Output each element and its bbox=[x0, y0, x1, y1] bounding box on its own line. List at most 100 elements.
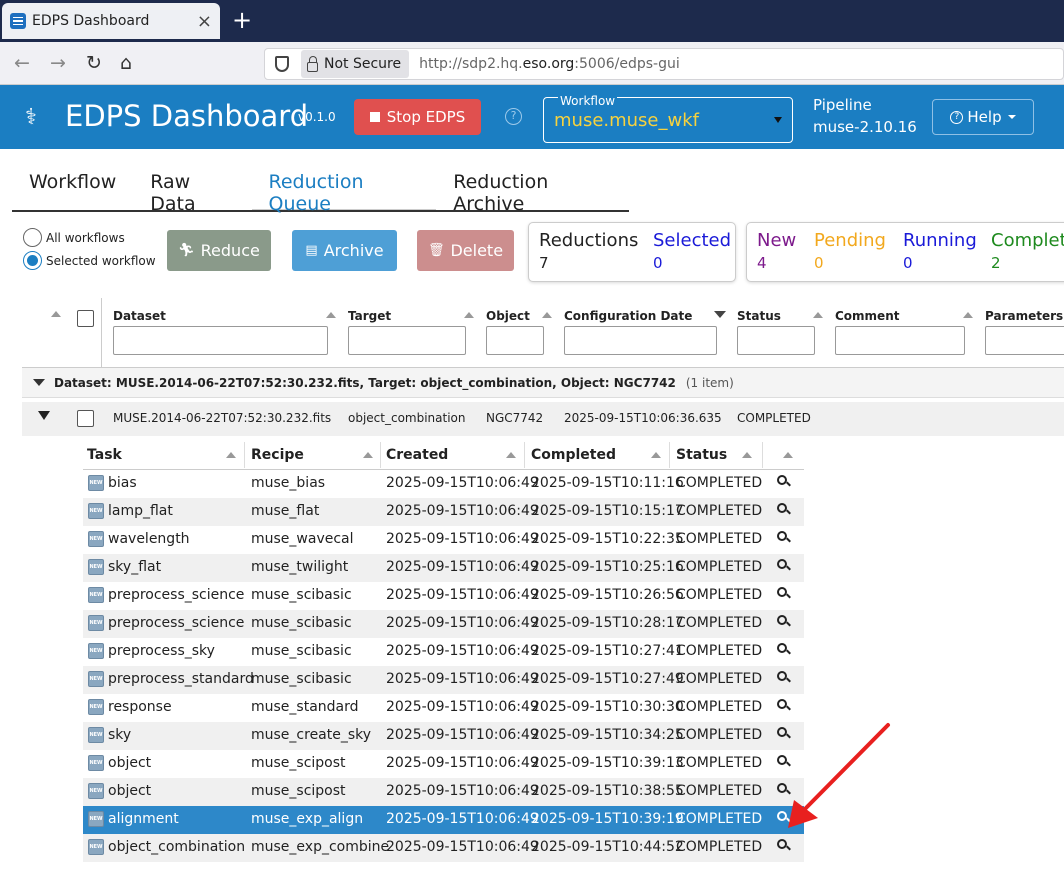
expand-icon[interactable] bbox=[38, 411, 50, 420]
archive-button[interactable]: ▤ Archive bbox=[292, 230, 397, 271]
col-parameters[interactable]: Parameters bbox=[985, 309, 1063, 323]
table-row[interactable]: NEW object muse_scipost 2025-09-15T10:06:49… bbox=[83, 778, 804, 806]
radio-all-label: All workflows bbox=[46, 230, 125, 245]
magnifier-icon[interactable] bbox=[777, 643, 791, 656]
table-row[interactable]: NEW alignment muse_exp_align 2025-09-15T10:… bbox=[83, 806, 804, 834]
column-separator bbox=[524, 442, 525, 468]
filter-status-input[interactable] bbox=[737, 326, 815, 355]
cell-completed: 2025-09-15T10:22:35 bbox=[531, 531, 684, 547]
stop-edps-button[interactable]: Stop EDPS bbox=[354, 99, 481, 135]
radio-selected-label: Selected workflow bbox=[46, 253, 156, 268]
row-object: NGC7742 bbox=[486, 411, 544, 425]
home-icon[interactable]: ⌂ bbox=[120, 52, 132, 74]
task-new-icon: NEW bbox=[88, 727, 104, 743]
radio-selected-workflow[interactable]: Selected workflow bbox=[23, 251, 156, 270]
url-domain: eso.org bbox=[522, 56, 575, 72]
shield-icon[interactable] bbox=[275, 56, 289, 72]
table-row[interactable]: NEW sky_flat muse_twilight 2025-09-15T10:06… bbox=[83, 554, 804, 582]
table-row[interactable]: NEW sky muse_create_sky 2025-09-15T10:06:49… bbox=[83, 722, 804, 750]
col-recipe[interactable]: Recipe bbox=[251, 447, 304, 463]
workflow-select[interactable]: Workflow muse.muse_wkf bbox=[543, 94, 793, 143]
collapse-icon[interactable] bbox=[33, 379, 45, 386]
col-status[interactable]: Status bbox=[737, 309, 781, 323]
forward-icon[interactable]: → bbox=[50, 52, 66, 74]
magnifier-icon[interactable] bbox=[777, 615, 791, 628]
filter-parameters-input[interactable] bbox=[985, 326, 1064, 355]
col-object[interactable]: Object bbox=[486, 309, 530, 323]
magnifier-icon[interactable] bbox=[777, 699, 791, 712]
delete-button[interactable]: 🗑︎ Delete bbox=[417, 230, 514, 271]
info-question-icon[interactable]: ? bbox=[505, 108, 522, 125]
new-tab-icon[interactable]: + bbox=[232, 6, 252, 34]
tab-reduction-queue[interactable]: Reduction Queue bbox=[251, 165, 437, 215]
sort-asc-icon[interactable] bbox=[464, 312, 474, 318]
filter-object-input[interactable] bbox=[486, 326, 544, 355]
annotation-arrow-icon bbox=[788, 723, 890, 828]
sort-asc-icon[interactable] bbox=[326, 312, 336, 318]
magnifier-icon[interactable] bbox=[777, 475, 791, 488]
running-value: 0 bbox=[903, 254, 913, 272]
tab-close-icon[interactable]: × bbox=[197, 11, 212, 32]
sort-asc-icon[interactable] bbox=[51, 311, 61, 317]
table-row[interactable]: NEW preprocess_standard muse_scibasic 2025-… bbox=[83, 666, 804, 694]
tab-reduction-archive[interactable]: Reduction Archive bbox=[436, 165, 629, 215]
filter-comment-input[interactable] bbox=[835, 326, 965, 355]
table-row[interactable]: NEW object_combination muse_exp_combine 202… bbox=[83, 834, 804, 862]
sort-asc-icon[interactable] bbox=[651, 452, 661, 458]
reduce-button[interactable]: 🏃︎ Reduce bbox=[167, 230, 271, 271]
table-row[interactable]: NEW object muse_scipost 2025-09-15T10:06:49… bbox=[83, 750, 804, 778]
column-separator bbox=[244, 442, 245, 468]
magnifier-icon[interactable] bbox=[777, 839, 791, 852]
table-row[interactable]: NEW bias muse_bias 2025-09-15T10:06:49 2025-… bbox=[83, 470, 804, 498]
magnifier-icon[interactable] bbox=[777, 503, 791, 516]
filter-dataset-input[interactable] bbox=[113, 326, 328, 355]
filter-target-input[interactable] bbox=[348, 326, 466, 355]
sort-asc-icon[interactable] bbox=[542, 312, 552, 318]
magnifier-icon[interactable] bbox=[777, 587, 791, 600]
sort-asc-icon[interactable] bbox=[226, 452, 236, 458]
col-dataset[interactable]: Dataset bbox=[113, 309, 166, 323]
tab-raw-data[interactable]: Raw Data bbox=[133, 165, 251, 215]
sort-asc-icon[interactable] bbox=[742, 452, 752, 458]
table-row[interactable]: NEW preprocess_science muse_scibasic 2025-0… bbox=[83, 582, 804, 610]
select-all-checkbox[interactable] bbox=[77, 310, 94, 327]
sort-desc-icon[interactable] bbox=[714, 311, 726, 318]
table-row[interactable]: NEW preprocess_sky muse_scibasic 2025-09-15… bbox=[83, 638, 804, 666]
filter-date-input[interactable] bbox=[564, 326, 717, 355]
group-row[interactable]: Dataset: MUSE.2014-06-22T07:52:30.232.fi… bbox=[22, 368, 1064, 398]
sort-asc-icon[interactable] bbox=[963, 312, 973, 318]
sort-asc-icon[interactable] bbox=[363, 452, 373, 458]
col-configuration-date[interactable]: Configuration Date bbox=[564, 309, 692, 323]
tab-workflow[interactable]: Workflow bbox=[12, 165, 133, 210]
magnifier-icon[interactable] bbox=[777, 559, 791, 572]
table-row[interactable]: NEW preprocess_science muse_scibasic 2025-0… bbox=[83, 610, 804, 638]
magnifier-icon[interactable] bbox=[777, 671, 791, 684]
back-icon[interactable]: ← bbox=[14, 52, 30, 74]
col-status[interactable]: Status bbox=[676, 447, 727, 463]
security-badge[interactable]: Not Secure bbox=[301, 50, 410, 78]
table-row[interactable]: NEW response muse_standard 2025-09-15T10:06… bbox=[83, 694, 804, 722]
table-row[interactable]: MUSE.2014-06-22T07:52:30.232.fits object… bbox=[22, 402, 1064, 436]
reload-icon[interactable]: ↻ bbox=[86, 52, 102, 74]
table-row[interactable]: NEW lamp_flat muse_flat 2025-09-15T10:06:49… bbox=[83, 498, 804, 526]
sort-asc-icon[interactable] bbox=[506, 452, 516, 458]
col-comment[interactable]: Comment bbox=[835, 309, 899, 323]
row-status: COMPLETED bbox=[737, 411, 811, 425]
row-checkbox[interactable] bbox=[77, 410, 94, 427]
col-created[interactable]: Created bbox=[386, 447, 448, 463]
radio-circle[interactable] bbox=[23, 228, 42, 247]
radio-all-workflows[interactable]: All workflows bbox=[23, 228, 125, 247]
address-bar[interactable]: Not Secure http://sdp2.hq.eso.org:5006/e… bbox=[264, 48, 1064, 80]
col-target[interactable]: Target bbox=[348, 309, 391, 323]
url-text[interactable]: http://sdp2.hq.eso.org:5006/edps-gui bbox=[419, 56, 680, 72]
magnifier-icon[interactable] bbox=[777, 531, 791, 544]
sort-asc-icon[interactable] bbox=[813, 312, 823, 318]
table-row[interactable]: NEW wavelength muse_wavecal 2025-09-15T10:0… bbox=[83, 526, 804, 554]
cell-recipe: muse_scipost bbox=[251, 755, 346, 771]
radio-circle-checked[interactable] bbox=[23, 251, 42, 270]
col-completed[interactable]: Completed bbox=[531, 447, 616, 463]
help-button[interactable]: ? Help bbox=[932, 99, 1034, 135]
sort-asc-icon[interactable] bbox=[783, 452, 793, 458]
col-task[interactable]: Task bbox=[87, 447, 122, 463]
browser-tab[interactable]: EDPS Dashboard × bbox=[2, 3, 220, 39]
